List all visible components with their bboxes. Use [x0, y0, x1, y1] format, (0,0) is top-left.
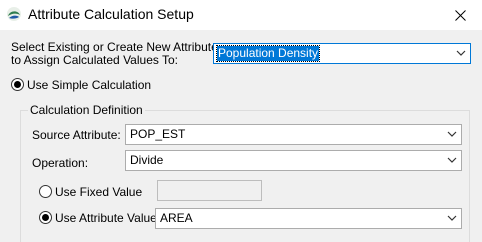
attribute-value-radio[interactable]	[39, 211, 52, 224]
source-attribute-label: Source Attribute:	[32, 128, 121, 142]
target-attribute-value: Population Density	[215, 45, 321, 62]
fixed-value-label: Use Fixed Value	[55, 185, 143, 199]
operation-label: Operation:	[32, 156, 89, 170]
close-icon	[454, 9, 466, 21]
radio-selected-dot	[14, 81, 21, 88]
fixed-value-radio[interactable]	[39, 185, 52, 198]
attribute-value-label: Use Attribute Value	[55, 211, 157, 225]
calculation-definition-title: Calculation Definition	[28, 103, 145, 117]
simple-calc-label: Use Simple Calculation	[27, 78, 152, 92]
target-attribute-dropdown[interactable]: Population Density	[213, 43, 471, 64]
simple-calc-radio[interactable]	[11, 78, 24, 91]
operation-value: Divide	[130, 153, 164, 167]
operation-dropdown[interactable]: Divide	[125, 150, 462, 171]
attribute-value-dropdown[interactable]: AREA	[155, 208, 462, 229]
app-logo-icon	[6, 6, 22, 22]
chevron-down-icon	[447, 131, 457, 137]
attribute-value-selected: AREA	[160, 211, 193, 225]
close-button[interactable]	[438, 0, 482, 30]
chevron-down-icon	[447, 157, 457, 163]
title-bar: Attribute Calculation Setup	[0, 0, 482, 30]
fixed-value-input[interactable]	[157, 180, 262, 201]
window-title: Attribute Calculation Setup	[28, 6, 194, 22]
radio-selected-dot	[42, 214, 49, 221]
chevron-down-icon	[447, 215, 457, 221]
chevron-down-icon	[456, 50, 466, 56]
source-attribute-value: POP_EST	[130, 127, 186, 141]
attribute-label-line2: to Assign Calculated Values To:	[11, 53, 178, 67]
source-attribute-dropdown[interactable]: POP_EST	[125, 124, 462, 145]
attribute-label: Select Existing or Create New Attribute …	[11, 41, 218, 67]
